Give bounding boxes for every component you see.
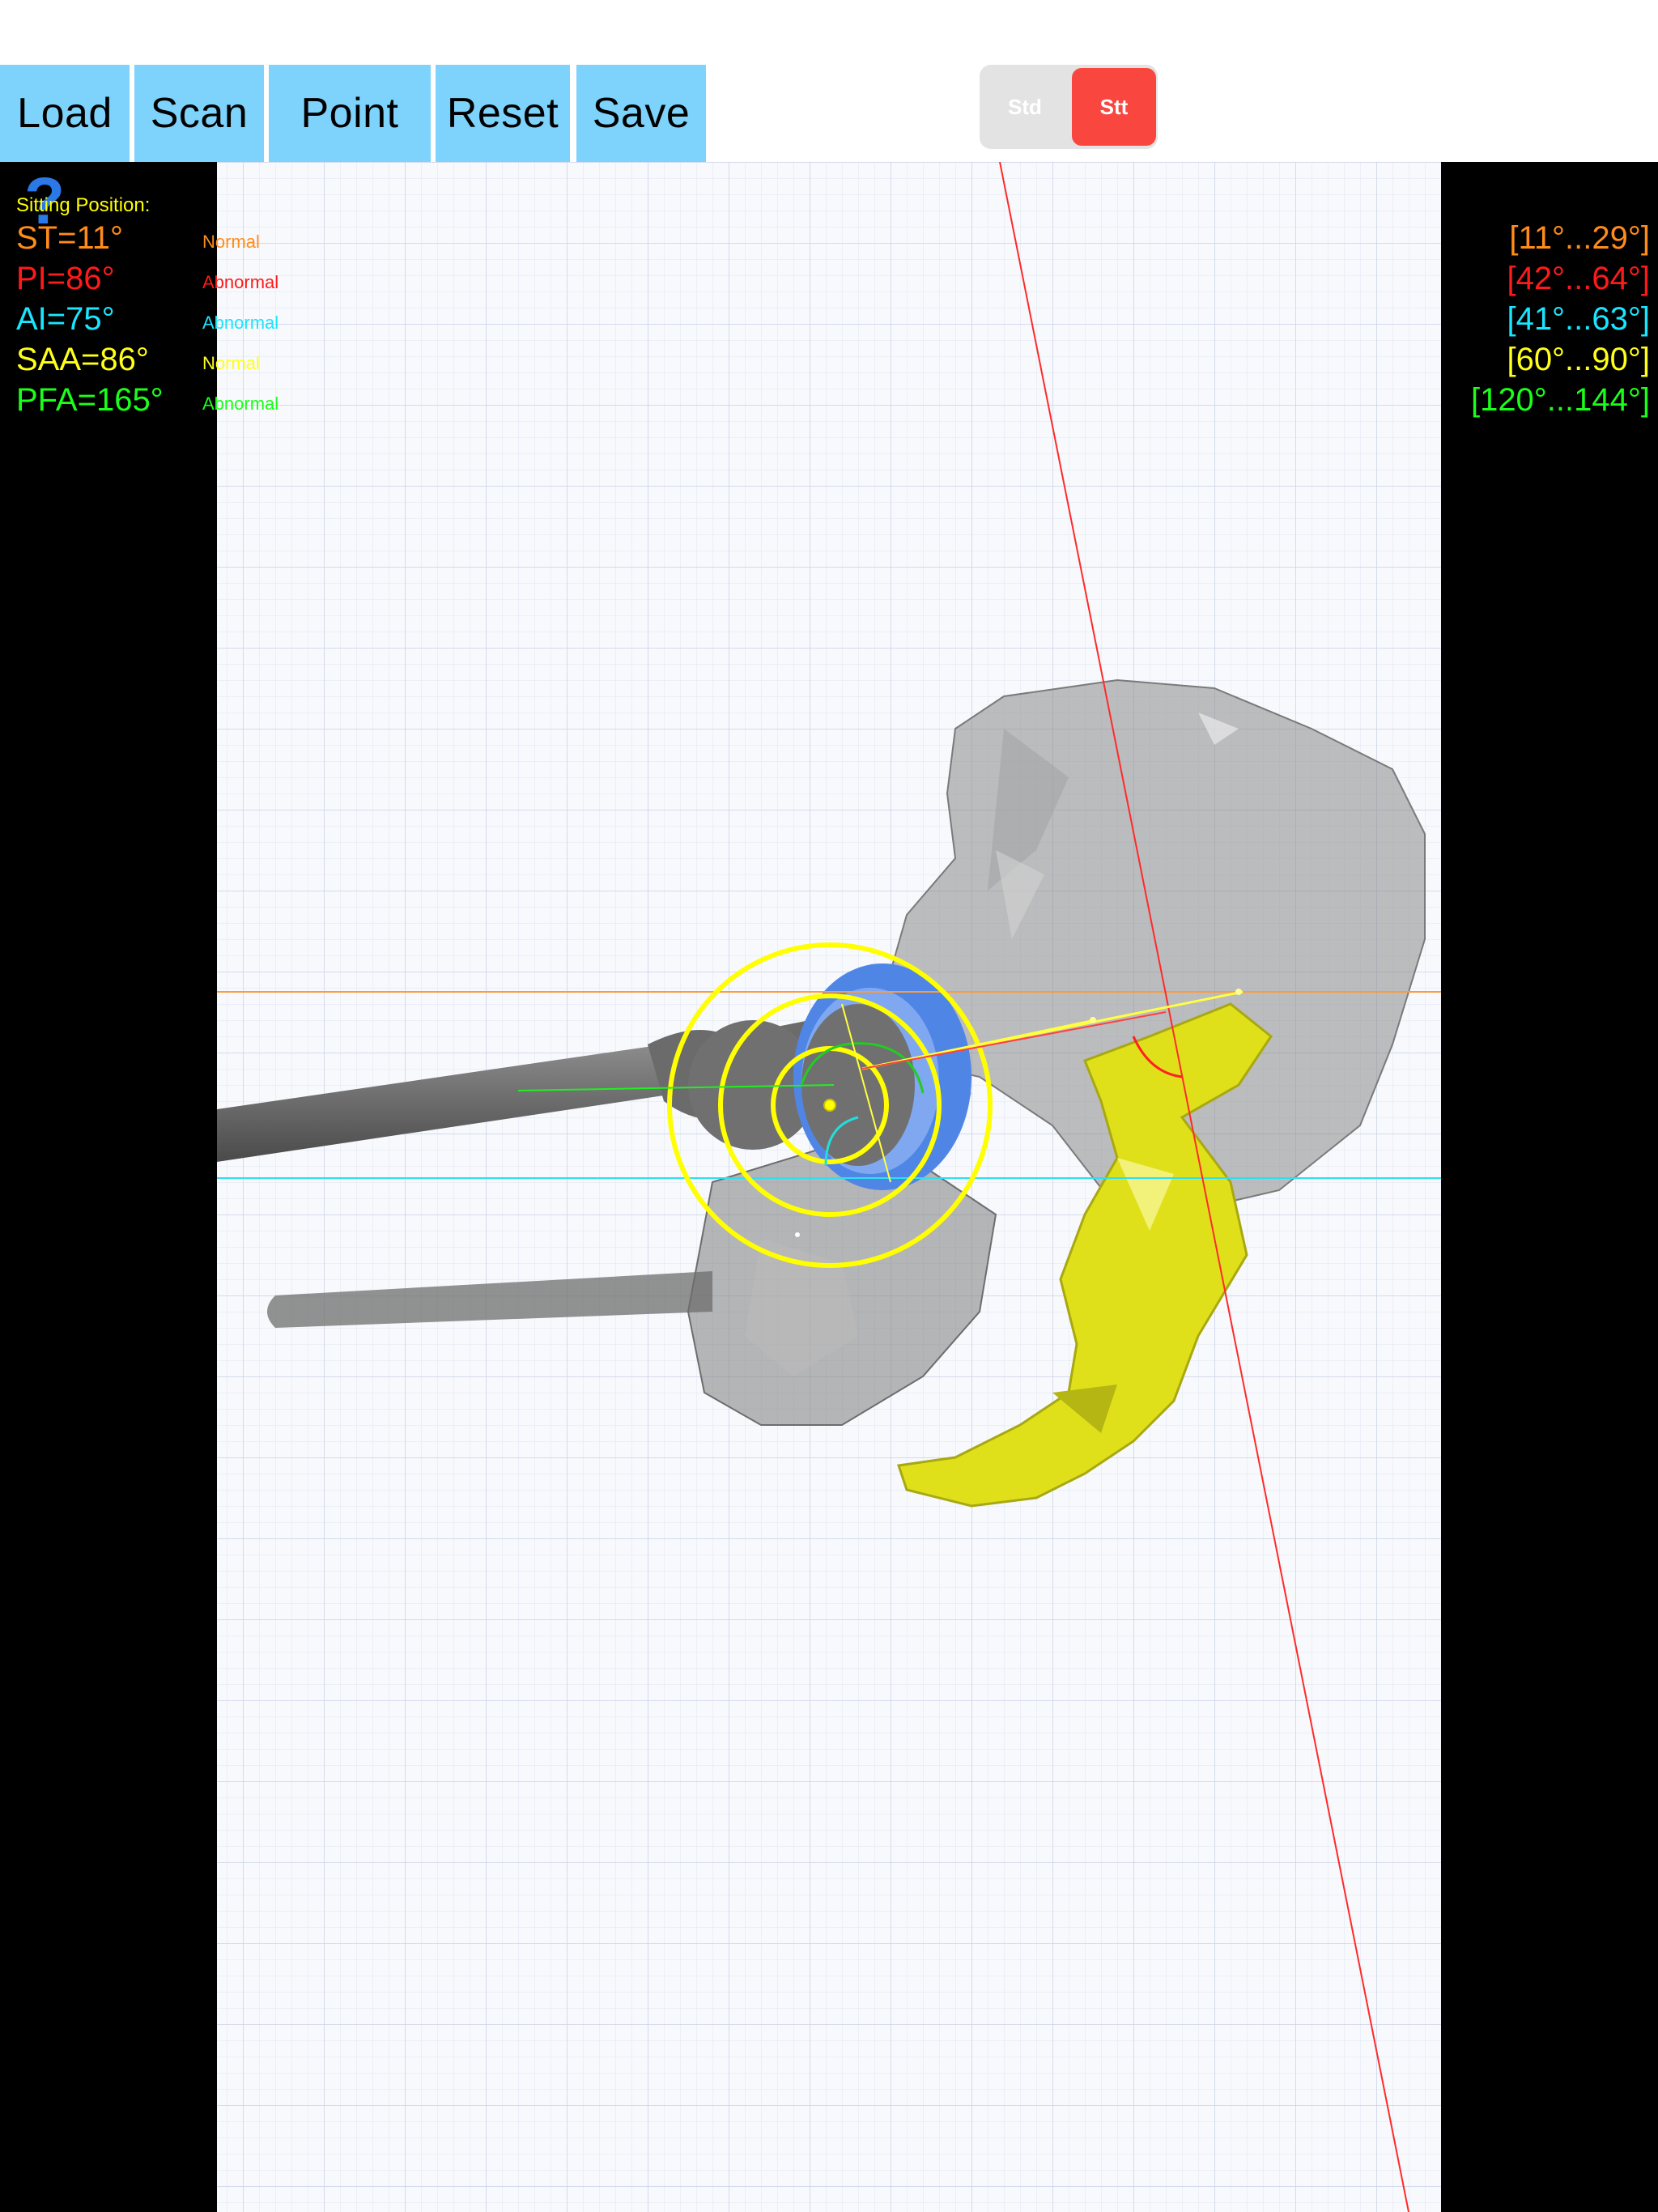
- pfa-range: [120°...144°]: [1470, 382, 1650, 418]
- stt-mode-option[interactable]: Stt: [1072, 68, 1156, 146]
- scan-button[interactable]: Scan: [134, 65, 264, 162]
- pi-range: [42°...64°]: [1507, 261, 1650, 296]
- st-status: Normal: [202, 232, 260, 252]
- reset-button[interactable]: Reset: [436, 65, 570, 162]
- pfa-status: Abnormal: [202, 393, 279, 414]
- pi-value: PI=86°: [16, 261, 115, 296]
- saa-range: [60°...90°]: [1507, 342, 1650, 377]
- left-measurement-panel: [0, 162, 217, 2212]
- st-range: [11°...29°]: [1509, 220, 1650, 256]
- saa-value: SAA=86°: [16, 342, 149, 377]
- pi-status: Abnormal: [202, 272, 279, 292]
- load-button[interactable]: Load: [0, 65, 130, 162]
- right-range-panel: [1441, 162, 1658, 2212]
- std-mode-option[interactable]: Std: [983, 68, 1067, 146]
- saa-status: Normal: [202, 353, 260, 373]
- pfa-value: PFA=165°: [16, 382, 164, 418]
- st-value: ST=11°: [16, 220, 123, 256]
- 3d-viewport[interactable]: [0, 162, 1658, 2212]
- mode-toggle: Std Stt: [980, 65, 1158, 149]
- ai-range: [41°...63°]: [1507, 301, 1650, 337]
- ai-status: Abnormal: [202, 313, 279, 333]
- ai-value: AI=75°: [16, 301, 115, 337]
- point-button[interactable]: Point: [269, 65, 431, 162]
- save-button[interactable]: Save: [576, 65, 706, 162]
- sitting-position-label: Sitting Position:: [16, 194, 151, 216]
